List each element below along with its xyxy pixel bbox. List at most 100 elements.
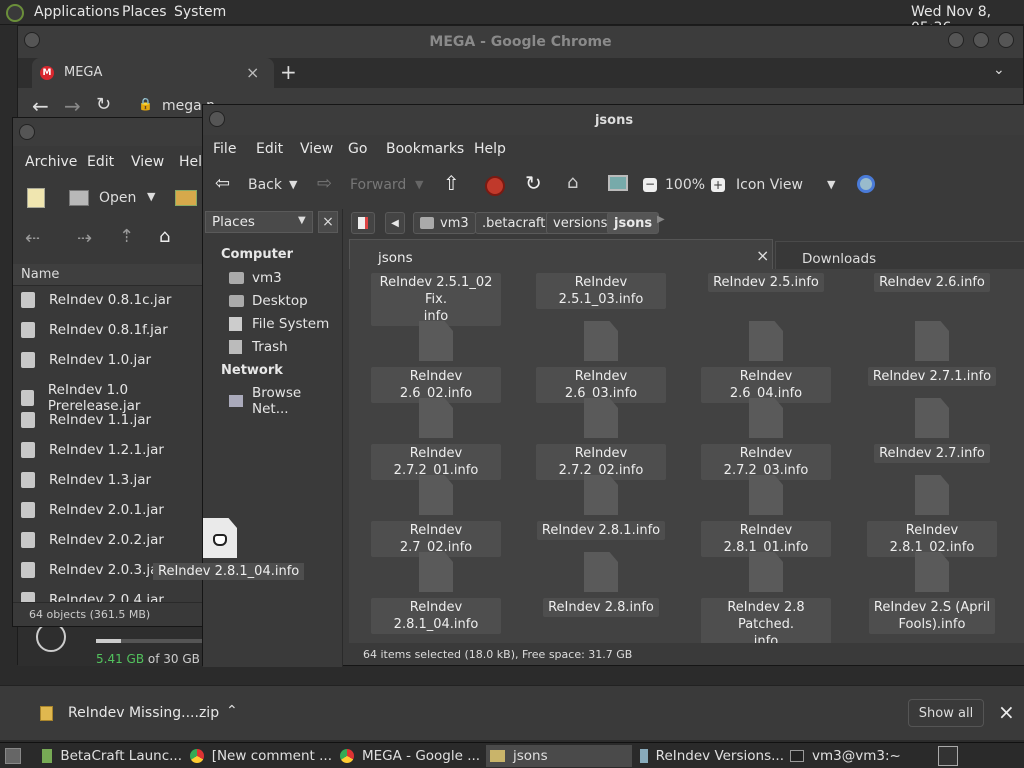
sidebar-item-trash[interactable]: Trash [229, 339, 288, 355]
applications-menu[interactable]: Applications [34, 4, 120, 20]
file-item[interactable]: ReIndev 2.8.1_04.info [371, 552, 501, 634]
taskbar-item-terminal[interactable]: vm3@vm3:~ [786, 745, 932, 767]
taskbar-item-betacraft[interactable]: BetaCraft Launc... [38, 745, 182, 767]
file-item[interactable]: ReIndev 2.6_04.info [701, 321, 831, 403]
forward-icon[interactable]: → [64, 94, 81, 118]
file-item[interactable]: ReIndev 2.6_03.info [536, 321, 666, 403]
archive-home-icon[interactable]: ⌂ [159, 226, 170, 247]
list-item[interactable]: ReIndev 1.0.jar [21, 352, 151, 368]
tab-downloads[interactable]: Downloads [775, 241, 1024, 269]
new-archive-icon[interactable] [27, 188, 45, 208]
forward-button[interactable]: Forward [350, 177, 406, 193]
file-item[interactable]: ReIndev 2.7.2_01.info [371, 398, 501, 480]
places-menu[interactable]: Places [122, 4, 167, 20]
reload-icon[interactable]: ↻ [525, 171, 542, 195]
minimize-icon[interactable] [948, 32, 964, 48]
list-item[interactable]: ReIndev 0.8.1f.jar [21, 322, 168, 338]
archive-menu-edit[interactable]: Edit [87, 154, 114, 170]
list-item[interactable]: ReIndev 0.8.1c.jar [21, 292, 171, 308]
file-item[interactable]: ReIndev 2.6.info [867, 273, 997, 292]
archive-menu-view[interactable]: View [131, 154, 164, 170]
back-button[interactable]: Back [248, 177, 282, 193]
tab-close-icon[interactable]: × [756, 246, 769, 265]
path-scroll-left-icon[interactable]: ◀ [385, 212, 405, 234]
workspace-switcher[interactable] [938, 746, 958, 766]
home-icon[interactable]: ⌂ [567, 172, 578, 193]
close-icon[interactable] [998, 32, 1014, 48]
file-item[interactable]: ReIndev 2.8.info [536, 552, 666, 617]
sidebar-item-desktop[interactable]: Desktop [229, 293, 308, 309]
archive-back-icon[interactable]: ⇠ [25, 228, 40, 249]
extract-icon[interactable] [175, 190, 197, 206]
menu-file[interactable]: File [213, 141, 236, 157]
list-item[interactable]: ReIndev 2.0.2.jar [21, 532, 164, 548]
file-item[interactable]: ReIndev 2.S (April Fools).info [867, 552, 997, 634]
archive-up-icon[interactable]: ⇡ [119, 226, 134, 247]
file-item[interactable]: ReIndev 2.5.info [701, 273, 831, 292]
tab-mega[interactable]: M MEGA × [32, 58, 274, 88]
edit-location-icon[interactable] [351, 212, 375, 234]
archive-list-header[interactable]: Name [13, 264, 211, 286]
sidebar-header[interactable]: Places ▼ [205, 211, 313, 233]
file-item[interactable]: ReIndev 2.7.info [867, 398, 997, 463]
download-options-icon[interactable]: ⌃ [226, 703, 238, 719]
list-item[interactable]: ReIndev 2.0.3.jar [21, 562, 164, 578]
taskbar-item-mega-chrome[interactable]: MEGA - Google ... [336, 745, 484, 767]
zoom-out-icon[interactable]: − [643, 178, 657, 192]
system-menu[interactable]: System [174, 4, 226, 20]
file-item[interactable]: ReIndev 2.5.1_02 Fix. info [371, 273, 501, 326]
file-item[interactable]: ReIndev 2.5.1_03.info [536, 273, 666, 309]
new-tab-icon[interactable]: + [280, 60, 297, 84]
file-item[interactable]: ReIndev 2.7_02.info [371, 475, 501, 557]
sidebar-item-vm3[interactable]: vm3 [229, 270, 282, 286]
reload-icon[interactable]: ↻ [96, 94, 111, 115]
window-menu-icon[interactable] [19, 124, 35, 140]
computer-icon[interactable] [608, 175, 628, 191]
tab-close-icon[interactable]: × [246, 63, 259, 82]
path-button-vm3[interactable]: vm3 [413, 212, 476, 234]
back-history-dropdown-icon[interactable]: ▼ [289, 178, 297, 191]
menu-edit[interactable]: Edit [256, 141, 283, 157]
sidebar-close-icon[interactable]: × [318, 211, 338, 233]
taskbar-item-new-comment[interactable]: [New comment ... [186, 745, 332, 767]
list-item[interactable]: ReIndev 2.0.1.jar [21, 502, 164, 518]
sidebar-header-dropdown-icon[interactable]: ▼ [298, 215, 306, 226]
system-logo-icon[interactable] [6, 4, 24, 22]
file-item[interactable]: ReIndev 2.8.1_02.info [867, 475, 997, 557]
open-button[interactable]: Open [99, 190, 136, 206]
archive-menu-archive[interactable]: Archive [25, 154, 77, 170]
list-item[interactable]: ReIndev 1.0 Prerelease.jar [21, 382, 211, 414]
icon-view[interactable]: ReIndev 2.5.1_02 Fix. info ReIndev 2.5.1… [349, 269, 1024, 643]
back-icon[interactable]: ← [32, 94, 49, 118]
menu-help[interactable]: Help [474, 141, 506, 157]
tab-search-icon[interactable]: ⌄ [993, 62, 1005, 78]
file-item[interactable]: ReIndev 2.8 Patched. info [701, 552, 831, 643]
file-item[interactable]: ReIndev 2.8.1_01.info [701, 475, 831, 557]
forward-history-dropdown-icon[interactable]: ▼ [415, 178, 423, 191]
maximize-icon[interactable] [973, 32, 989, 48]
file-item[interactable]: ReIndev 2.7.2_02.info [536, 398, 666, 480]
taskbar-item-jsons[interactable]: jsons [486, 745, 632, 767]
download-item[interactable]: ReIndev Missing....zip [68, 705, 219, 721]
zoom-in-icon[interactable]: + [711, 178, 725, 192]
menu-bookmarks[interactable]: Bookmarks [386, 141, 464, 157]
archive-forward-icon[interactable]: ⇢ [77, 228, 92, 249]
file-item[interactable]: ReIndev 2.7.2_03.info [701, 398, 831, 480]
menu-view[interactable]: View [300, 141, 333, 157]
file-item[interactable]: ReIndev 2.6_02.info [371, 321, 501, 403]
tab-jsons[interactable]: jsons × [349, 239, 773, 269]
list-item[interactable]: ReIndev 1.3.jar [21, 472, 151, 488]
open-dropdown-icon[interactable]: ▼ [147, 190, 155, 203]
view-mode-dropdown-icon[interactable]: ▼ [827, 178, 835, 191]
view-mode-select[interactable]: Icon View [736, 177, 803, 193]
path-scroll-right-icon[interactable]: ▶ [657, 214, 665, 225]
stop-icon[interactable] [485, 176, 505, 196]
search-icon[interactable] [857, 175, 875, 193]
list-item[interactable]: ReIndev 1.1.jar [21, 412, 151, 428]
sidebar-item-file-system[interactable]: File System [229, 316, 329, 332]
path-button-betacraft[interactable]: .betacraft [475, 212, 553, 234]
close-download-shelf-icon[interactable]: × [998, 700, 1015, 724]
up-icon[interactable]: ⇧ [443, 171, 460, 195]
list-item[interactable]: ReIndev 1.2.1.jar [21, 442, 164, 458]
path-button-versions[interactable]: versions [546, 212, 615, 234]
